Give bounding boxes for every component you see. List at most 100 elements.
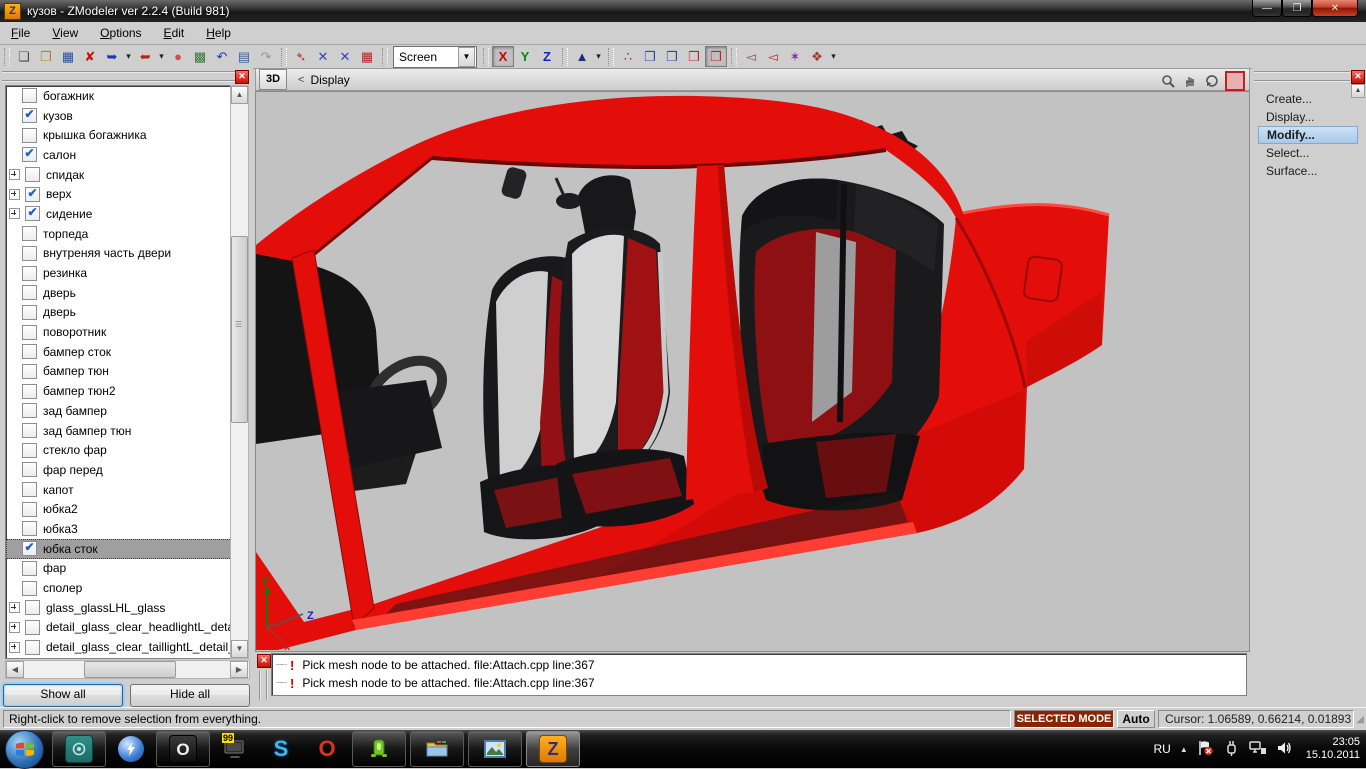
panel-drag-grip[interactable] [2, 71, 235, 82]
undo-button[interactable]: ↶ [211, 46, 233, 67]
app-opera-red[interactable]: O [306, 732, 348, 766]
normals-tool-button[interactable]: ▲ [571, 46, 593, 67]
zoom-tool-icon[interactable] [1159, 72, 1177, 90]
checkbox-unchecked[interactable] [22, 128, 37, 143]
weld-vertices-button[interactable]: ✕ [312, 46, 334, 67]
export-button[interactable]: ➥ [134, 46, 156, 67]
log-window-button[interactable]: ▤ [233, 46, 255, 67]
scroll-left-icon[interactable]: ◀ [6, 661, 24, 678]
node-list-item[interactable]: glass_glassLHL_glass [6, 598, 232, 618]
viewport-maximize-button[interactable] [1225, 71, 1245, 91]
hidden-icons-expander[interactable]: ▲ [1180, 745, 1188, 754]
node-list-item[interactable]: юбка2 [6, 499, 232, 519]
checkbox-checked[interactable]: ✔ [22, 541, 37, 556]
app-360browser[interactable] [52, 731, 106, 767]
node-list-item[interactable]: бампер сток [6, 342, 232, 362]
checkbox-unchecked[interactable] [25, 640, 40, 655]
save-file-button[interactable]: ▦ [57, 46, 79, 67]
checkbox-unchecked[interactable] [22, 266, 37, 281]
mirror-tool-button[interactable]: ▦ [356, 46, 378, 67]
app-daemon-tools[interactable] [110, 732, 152, 766]
app-photo-viewer[interactable] [468, 731, 522, 767]
panel-drag-grip[interactable] [259, 670, 268, 700]
checkbox-unchecked[interactable] [22, 482, 37, 497]
language-indicator[interactable]: RU [1153, 742, 1170, 756]
faces-level-button[interactable]: ❒ [661, 46, 683, 67]
node-list-item[interactable]: зад бампер тюн [6, 421, 232, 441]
menu-help[interactable]: Help [195, 23, 242, 43]
checkbox-unchecked[interactable] [25, 620, 40, 635]
checkbox-unchecked[interactable] [22, 502, 37, 517]
checkbox-unchecked[interactable] [22, 226, 37, 241]
checkbox-unchecked[interactable] [22, 285, 37, 300]
hide-all-button[interactable]: Hide all [130, 684, 250, 707]
node-list-item[interactable]: ✔юбка сток [6, 539, 232, 559]
checkbox-unchecked[interactable] [22, 443, 37, 458]
node-list-item[interactable]: ✔салон [6, 145, 232, 165]
axes-space-select[interactable]: Screen▼ [393, 46, 477, 68]
checkbox-unchecked[interactable] [25, 167, 40, 182]
normals-menu-caret[interactable]: ▾ [593, 46, 604, 67]
node-list-item[interactable]: сполер [6, 578, 232, 598]
expand-plus-icon[interactable] [9, 208, 20, 219]
scroll-right-icon[interactable]: ▶ [230, 661, 248, 678]
app-skype[interactable]: S [260, 732, 302, 766]
checkbox-unchecked[interactable] [22, 521, 37, 536]
checkbox-unchecked[interactable] [22, 423, 37, 438]
node-list-item[interactable]: юбка3 [6, 519, 232, 539]
node-list-item[interactable]: detail_glass_clear_headlightL_detail_ [6, 618, 232, 638]
node-list-item[interactable]: внутреняя часть двери [6, 244, 232, 264]
checkbox-unchecked[interactable] [25, 600, 40, 615]
show-all-button[interactable]: Show all [3, 684, 123, 707]
menu-options[interactable]: Options [89, 23, 152, 43]
rotate-tool-icon[interactable] [1203, 72, 1221, 90]
node-list-item[interactable]: фар перед [6, 460, 232, 480]
view-mode-button[interactable]: 3D [259, 69, 287, 90]
node-list-item[interactable]: ✔сидение [6, 204, 232, 224]
modify-mode-button[interactable]: ◅ [762, 46, 784, 67]
node-list-item[interactable]: резинка [6, 263, 232, 283]
scroll-down-icon[interactable]: ▼ [231, 640, 248, 658]
pan-tool-icon[interactable] [1181, 72, 1199, 90]
menu-view[interactable]: View [41, 23, 89, 43]
menu-edit[interactable]: Edit [153, 23, 196, 43]
app-qip[interactable] [352, 731, 406, 767]
import-button[interactable]: ➥ [101, 46, 123, 67]
axis-x-button[interactable]: X [492, 46, 514, 67]
expand-plus-icon[interactable] [9, 602, 20, 613]
app-zmodeler[interactable]: Z [526, 731, 580, 767]
checkbox-unchecked[interactable] [22, 403, 37, 418]
close-icon[interactable]: ✕ [235, 70, 249, 84]
modes-menu-caret[interactable]: ▾ [828, 46, 839, 67]
new-file-button[interactable]: ❏ [13, 46, 35, 67]
attach-tool-button[interactable]: ➴ [290, 46, 312, 67]
expand-plus-icon[interactable] [9, 642, 20, 653]
volume-icon[interactable] [1276, 740, 1293, 759]
checkbox-unchecked[interactable] [22, 344, 37, 359]
edges-level-button[interactable]: ❒ [639, 46, 661, 67]
app-opera-dark[interactable]: O [156, 731, 210, 767]
command-item-create[interactable]: Create... [1258, 90, 1358, 108]
toolbar-grip[interactable] [382, 48, 388, 66]
checkbox-unchecked[interactable] [22, 462, 37, 477]
expand-plus-icon[interactable] [9, 622, 20, 633]
resize-grip[interactable]: ◢ [1356, 714, 1364, 725]
node-list-item[interactable]: поворотник [6, 322, 232, 342]
panel-drag-grip[interactable] [1254, 71, 1350, 82]
node-list-item[interactable]: спидак [6, 165, 232, 185]
command-item-select[interactable]: Select... [1258, 144, 1358, 162]
toolbar-grip[interactable] [608, 48, 614, 66]
import-menu-caret[interactable]: ▾ [123, 46, 134, 67]
node-list-item[interactable]: богажник [6, 86, 232, 106]
node-list-item[interactable]: фар [6, 559, 232, 579]
start-button[interactable] [5, 730, 44, 769]
node-list-item[interactable]: дверь [6, 303, 232, 323]
toolbar-grip[interactable] [4, 48, 10, 66]
node-list-item[interactable]: зад бампер [6, 401, 232, 421]
minimize-button[interactable]: — [1252, 0, 1282, 17]
scroll-up-icon[interactable]: ▲ [231, 86, 248, 104]
node-list-item[interactable]: бампер тюн2 [6, 381, 232, 401]
checkbox-checked[interactable]: ✔ [25, 206, 40, 221]
node-list-item[interactable]: дверь [6, 283, 232, 303]
network-icon[interactable] [1249, 740, 1267, 759]
